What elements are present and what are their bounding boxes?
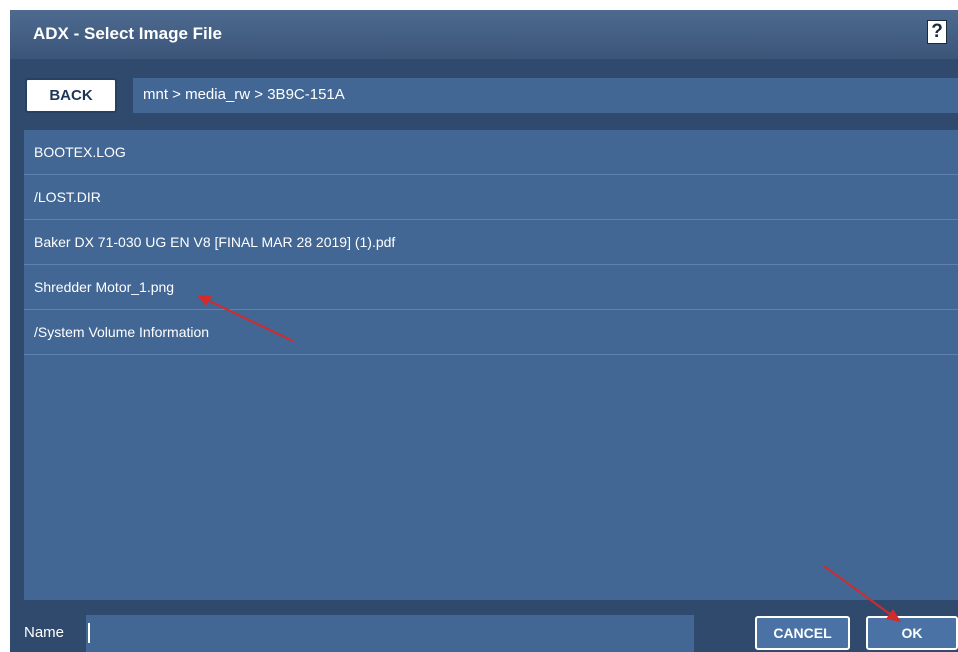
dialog-title: ADX - Select Image File — [33, 24, 222, 43]
file-list: BOOTEX.LOG /LOST.DIR Baker DX 71-030 UG … — [24, 130, 958, 600]
dialog-window: ADX - Select Image File ? BACK mnt > med… — [10, 10, 958, 652]
back-button[interactable]: BACK — [25, 78, 117, 113]
folder-item-lost-dir[interactable]: /LOST.DIR — [24, 175, 958, 220]
path-breadcrumb: mnt > media_rw > 3B9C-151A — [133, 78, 958, 113]
file-item-bootex-log[interactable]: BOOTEX.LOG — [24, 130, 958, 175]
title-bar: ADX - Select Image File ? — [10, 10, 958, 59]
folder-item-system-volume-information[interactable]: /System Volume Information — [24, 310, 958, 355]
cancel-button[interactable]: CANCEL — [755, 616, 850, 650]
file-item-baker-pdf[interactable]: Baker DX 71-030 UG EN V8 [FINAL MAR 28 2… — [24, 220, 958, 265]
ok-button[interactable]: OK — [866, 616, 958, 650]
file-item-shredder-motor-png[interactable]: Shredder Motor_1.png — [24, 265, 958, 310]
text-caret — [88, 623, 90, 643]
name-input[interactable] — [86, 615, 694, 652]
name-label: Name — [24, 624, 65, 641]
help-button[interactable]: ? — [927, 20, 947, 44]
path-text: mnt > media_rw > 3B9C-151A — [143, 86, 345, 103]
